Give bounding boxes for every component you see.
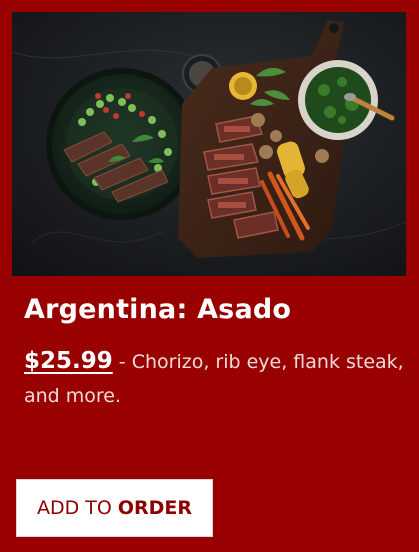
dish-description-block: $25.99 - Chorizo, rib eye, flank steak, …	[24, 344, 414, 413]
asado-illustration	[12, 12, 406, 276]
add-to-order-button-label: ADD TO	[36, 497, 112, 519]
dish-photo	[12, 12, 406, 276]
dish-price: $25.99	[24, 348, 113, 374]
menu-item-card: Argentina: Asado $25.99 - Chorizo, rib e…	[0, 0, 419, 552]
add-to-order-button-label-bold: ORDER	[117, 497, 193, 519]
add-to-order-button[interactable]: ADD TO ORDER	[16, 479, 213, 537]
dish-title: Argentina: Asado	[24, 294, 292, 325]
